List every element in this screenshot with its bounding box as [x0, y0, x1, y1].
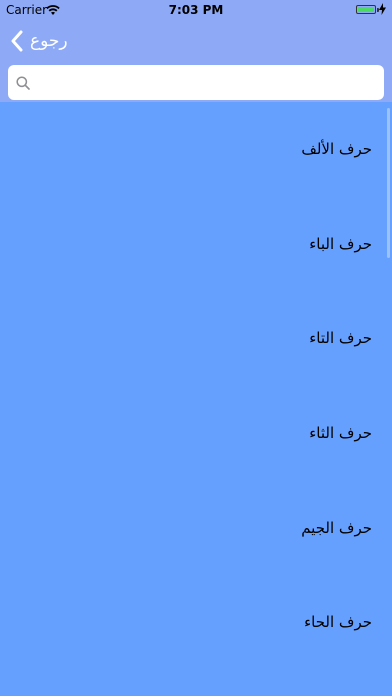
list-item-label: حرف الجيم	[301, 518, 372, 537]
list-item-ta[interactable]: حرف التاء	[0, 291, 392, 386]
list-item-label: حرف الباء	[309, 234, 372, 253]
battery-fill	[358, 7, 374, 12]
list-item-tha[interactable]: حرف الثاء	[0, 386, 392, 481]
list-item-jim[interactable]: حرف الجيم	[0, 481, 392, 576]
search-bar	[0, 62, 392, 102]
list-item-label: حرف التاء	[309, 329, 372, 348]
search-icon	[16, 76, 30, 90]
search-input[interactable]	[36, 69, 380, 98]
back-button[interactable]: رجوع	[10, 28, 68, 54]
list-item-alif[interactable]: حرف الألف	[0, 102, 392, 197]
status-bar: Carrier 7:03 PM	[0, 0, 392, 20]
list-item-ha[interactable]: حرف الحاء	[0, 575, 392, 670]
status-time: 7:03 PM	[168, 3, 224, 17]
list-item-label: حرف الثاء	[309, 424, 372, 443]
list-item-label: حرف الألف	[301, 140, 372, 158]
list-item-ba[interactable]: حرف الباء	[0, 197, 392, 292]
back-button-label: رجوع	[30, 31, 68, 51]
navigation-bar: رجوع	[0, 20, 392, 62]
list-item-label: حرف الحاء	[304, 613, 372, 632]
letters-list: حرف الألف حرف الباء حرف التاء حرف الثاء …	[0, 102, 392, 696]
charging-bolt-icon	[379, 3, 386, 15]
battery-icon	[356, 5, 376, 14]
chevron-left-icon	[11, 30, 23, 52]
scroll-indicator[interactable]	[387, 108, 390, 258]
search-field[interactable]	[8, 65, 384, 100]
